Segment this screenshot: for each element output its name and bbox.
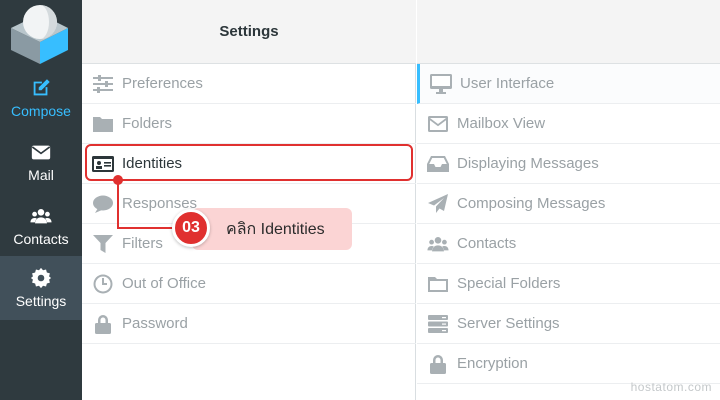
settings-item-out-of-office[interactable]: Out of Office: [82, 264, 416, 304]
nav-settings-label: Settings: [15, 293, 67, 309]
pref-item-contacts[interactable]: Contacts: [417, 224, 720, 264]
app-logo[interactable]: [0, 0, 82, 66]
folder-outline-icon: [427, 273, 449, 295]
callout-dot: [113, 175, 123, 185]
pref-item-label: Mailbox View: [457, 115, 546, 132]
settings-item-label: Filters: [122, 235, 163, 252]
pref-item-label: Special Folders: [457, 275, 561, 292]
settings-item-label: Folders: [122, 115, 173, 132]
settings-item-preferences[interactable]: Preferences: [82, 64, 416, 104]
pref-item-label: Composing Messages: [457, 195, 606, 212]
settings-icon: [30, 267, 52, 289]
pref-item-label: Encryption: [457, 355, 528, 372]
folder-icon: [92, 113, 114, 135]
pref-item-mailbox-view[interactable]: Mailbox View: [417, 104, 720, 144]
clock-icon: [92, 273, 114, 295]
pref-item-label: Contacts: [457, 235, 517, 252]
mail-icon: [31, 145, 51, 160]
settings-item-password[interactable]: Password: [82, 304, 416, 344]
pref-item-composing-messages[interactable]: Composing Messages: [417, 184, 720, 224]
monitor-icon: [430, 73, 452, 95]
app-navigation: Compose Mail Contacts Settings: [0, 0, 82, 400]
nav-mail[interactable]: Mail: [0, 130, 82, 194]
settings-item-label: Preferences: [122, 75, 203, 92]
pref-item-server-settings[interactable]: Server Settings: [417, 304, 720, 344]
watermark: hostatom.com: [630, 380, 712, 394]
lock-icon: [427, 353, 449, 375]
pref-item-displaying-messages[interactable]: Displaying Messages: [417, 144, 720, 184]
pref-item-label: Displaying Messages: [457, 155, 599, 172]
settings-header: Settings: [82, 0, 416, 64]
settings-item-label: Password: [122, 315, 188, 332]
settings-item-folders[interactable]: Folders: [82, 104, 416, 144]
contacts-icon: [30, 209, 52, 224]
server-icon: [427, 313, 449, 335]
envelope-icon: [427, 113, 449, 135]
comment-icon: [92, 193, 114, 215]
callout-text: คลิก Identities: [192, 208, 352, 250]
nav-contacts[interactable]: Contacts: [0, 194, 82, 258]
users-icon: [427, 233, 449, 255]
preferences-header: [417, 0, 720, 64]
lock-icon: [92, 313, 114, 335]
inbox-icon: [427, 153, 449, 175]
nav-contacts-label: Contacts: [13, 231, 69, 247]
pref-item-special-folders[interactable]: Special Folders: [417, 264, 720, 304]
nav-mail-label: Mail: [28, 167, 54, 183]
preferences-sections-panel: User Interface Mailbox View Displaying M…: [417, 0, 720, 400]
pref-item-label: User Interface: [460, 75, 555, 92]
nav-settings[interactable]: Settings: [0, 256, 82, 320]
nav-compose-label: Compose: [11, 103, 71, 119]
identities-highlight-box: [85, 144, 413, 181]
paper-plane-icon: [427, 193, 449, 215]
sliders-icon: [92, 73, 114, 95]
pref-item-user-interface[interactable]: User Interface: [417, 64, 720, 104]
step-number-badge: 03: [172, 209, 210, 247]
settings-item-label: Out of Office: [122, 275, 206, 292]
pref-item-label: Server Settings: [457, 315, 560, 332]
filter-icon: [92, 233, 114, 255]
compose-icon: [33, 79, 50, 96]
pref-item-encryption[interactable]: Encryption: [417, 344, 720, 384]
nav-compose[interactable]: Compose: [0, 66, 82, 130]
